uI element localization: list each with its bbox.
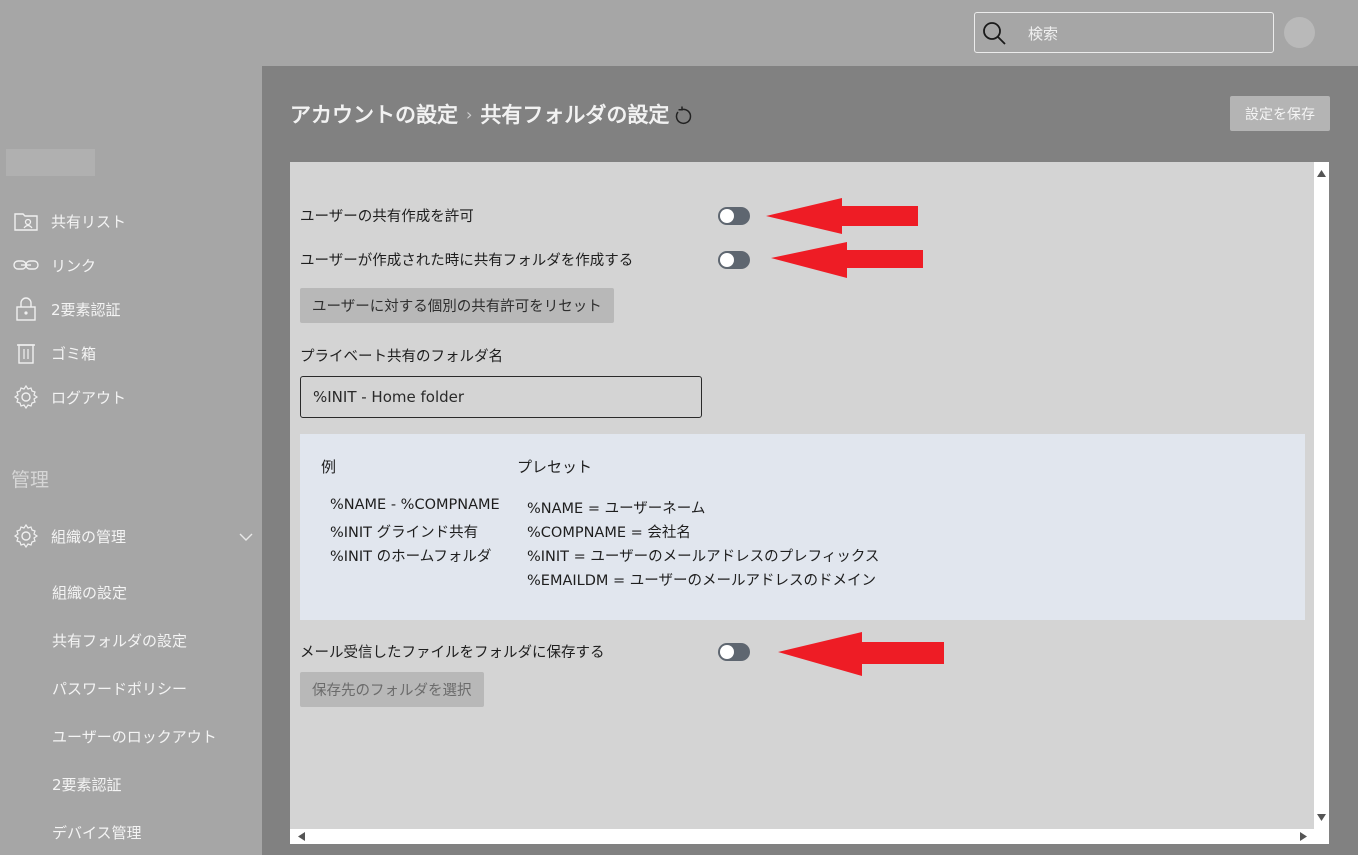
preset-line: %EMAILDM = ユーザーのメールアドレスのドメイン [527, 573, 876, 589]
preset-header: プレセット [517, 458, 593, 476]
example-line: %INIT のホームフォルダ [330, 549, 492, 565]
trash-icon [17, 344, 35, 364]
example-header: 例 [321, 458, 337, 476]
chevron-down-icon[interactable] [238, 529, 254, 545]
annotation-arrow-icon [771, 242, 923, 278]
sidebar-item-label: 組織の管理 [51, 527, 127, 546]
breadcrumb-separator: › [466, 104, 473, 124]
scroll-up-icon[interactable] [1317, 170, 1326, 177]
sidebar-item-trash[interactable]: ゴミ箱 [0, 335, 262, 371]
scroll-right-icon[interactable] [1300, 832, 1307, 841]
gear-icon [13, 384, 39, 410]
preset-line: %NAME = ユーザーネーム [527, 501, 706, 517]
sidebar-subitem-2fa[interactable]: 2要素認証 [52, 774, 122, 795]
annotation-arrow-icon [778, 632, 944, 676]
shared-list-icon [14, 213, 38, 231]
sidebar-item-2fa[interactable]: 2要素認証 [0, 291, 262, 327]
sidebar-item-label: 共有リスト [51, 212, 127, 231]
example-line: %INIT グラインド共有 [330, 525, 479, 541]
breadcrumb: アカウントの設定 › 共有フォルダの設定 [290, 99, 693, 129]
sidebar-item-link[interactable]: リンク [0, 247, 262, 283]
sidebar-subitem-device-management[interactable]: デバイス管理 [52, 822, 142, 843]
sidebar-subitem-user-lockout[interactable]: ユーザーのロックアウト [52, 726, 217, 747]
preset-line: %COMPNAME = 会社名 [527, 525, 691, 541]
create-folder-toggle[interactable] [718, 251, 750, 269]
lock-icon [16, 297, 36, 321]
reset-share-permissions-button[interactable]: ユーザーに対する個別の共有許可をリセット [300, 288, 614, 323]
example-line: %NAME - %COMPNAME [330, 497, 500, 513]
sidebar-item-org-management[interactable]: 組織の管理 [0, 518, 262, 554]
select-folder-button[interactable]: 保存先のフォルダを選択 [300, 672, 484, 707]
gear-icon [13, 523, 39, 549]
avatar[interactable] [1284, 17, 1315, 48]
sidebar-item-label: ゴミ箱 [51, 344, 97, 363]
sidebar-section-title: 管理 [11, 469, 50, 491]
save-mail-files-toggle[interactable] [718, 643, 750, 661]
folder-name-label: プライベート共有のフォルダ名 [300, 349, 503, 365]
sidebar-item-label: リンク [51, 256, 97, 275]
horizontal-scrollbar[interactable] [290, 829, 1329, 844]
reload-icon[interactable] [673, 106, 693, 126]
logo-placeholder [6, 149, 95, 176]
page-title: 共有フォルダの設定 [480, 103, 670, 127]
search-input[interactable]: 検索 [974, 12, 1274, 53]
placeholder-info-box: 例 プレセット %NAME - %COMPNAME %INIT グラインド共有 … [300, 434, 1305, 620]
save-mail-files-label: メール受信したファイルをフォルダに保存する [300, 645, 605, 661]
search-icon [983, 22, 1006, 45]
breadcrumb-parent[interactable]: アカウントの設定 [290, 99, 458, 129]
link-icon [13, 260, 39, 270]
sidebar-subitem-shared-folder-settings[interactable]: 共有フォルダの設定 [52, 630, 187, 651]
sidebar-item-label: ログアウト [51, 388, 127, 407]
sidebar: 共有リスト リンク 2要素認証 ゴミ箱 ログアウト 管理 組織の管理 組織の設定… [0, 66, 262, 855]
sidebar-subitem-org-settings[interactable]: 組織の設定 [52, 582, 127, 603]
sidebar-subitem-password-policy[interactable]: パスワードポリシー [52, 678, 187, 699]
settings-panel: ユーザーの共有作成を許可 ユーザーが作成された時に共有フォルダを作成する ユーザ… [290, 162, 1329, 844]
sidebar-item-logout[interactable]: ログアウト [0, 379, 262, 415]
preset-line: %INIT = ユーザーのメールアドレスのプレフィックス [527, 549, 880, 565]
scroll-down-icon[interactable] [1317, 814, 1326, 821]
allow-share-toggle[interactable] [718, 207, 750, 225]
vertical-scrollbar[interactable] [1314, 162, 1329, 844]
folder-name-input[interactable]: %INIT - Home folder [300, 376, 702, 418]
sidebar-item-label: 2要素認証 [51, 300, 121, 319]
main-content: アカウントの設定 › 共有フォルダの設定 設定を保存 ユーザーの共有作成を許可 … [262, 66, 1358, 855]
search-placeholder: 検索 [1028, 25, 1059, 43]
sidebar-item-shared-list[interactable]: 共有リスト [0, 203, 262, 239]
top-bar: 検索 [0, 0, 1358, 66]
scroll-left-icon[interactable] [298, 832, 305, 841]
create-folder-label: ユーザーが作成された時に共有フォルダを作成する [300, 253, 634, 269]
allow-share-label: ユーザーの共有作成を許可 [300, 209, 474, 225]
annotation-arrow-icon [766, 198, 918, 234]
save-settings-button[interactable]: 設定を保存 [1230, 96, 1330, 131]
